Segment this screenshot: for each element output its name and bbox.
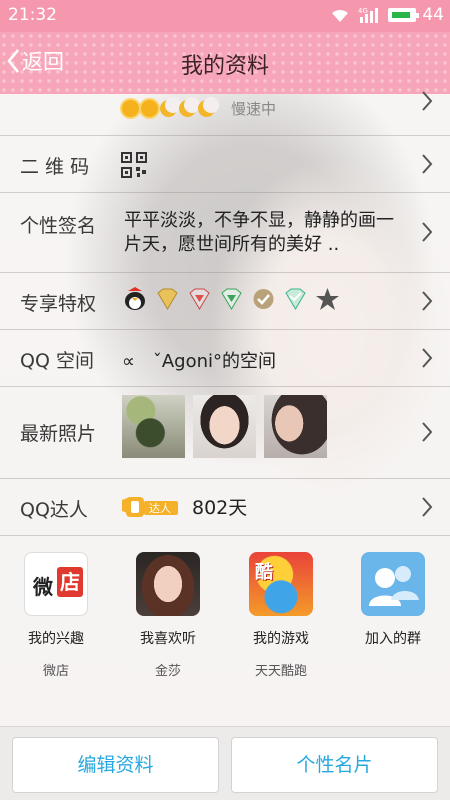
chevron-right-icon: [422, 348, 433, 368]
signal-icon: 4G: [356, 6, 382, 24]
diamond-teal-icon: [285, 288, 306, 310]
app-title: 我的兴趣: [28, 631, 84, 647]
app-title: 我的游戏: [253, 631, 309, 647]
diamond-green-icon: [221, 288, 242, 310]
expert-label: QQ达人: [20, 499, 88, 521]
sun-icon: [122, 100, 139, 117]
privileges-label: 专享特权: [20, 293, 97, 315]
battery-level: 44: [422, 5, 444, 25]
penguin-icon: [125, 287, 145, 310]
chevron-right-icon: [422, 154, 433, 174]
privileges-row[interactable]: 专享特权: [0, 273, 450, 330]
app-title: 加入的群: [365, 631, 421, 647]
app-groups[interactable]: 加入的群: [338, 552, 448, 660]
level-indicator: 慢速中: [122, 97, 277, 119]
level-status: 慢速中: [231, 100, 277, 118]
signature-row[interactable]: 个性签名 平平淡淡，不争不显，静静的画一片天，愿世间所有的美好 ..: [0, 193, 450, 273]
edit-profile-button[interactable]: 编辑资料: [12, 737, 219, 793]
chevron-right-icon: [422, 91, 433, 111]
wifi-icon: [330, 7, 350, 23]
app-grid: 微店 我的兴趣 微店 我喜欢听 金莎 酷 我的游戏 天天酷跑 加入的群: [0, 552, 450, 722]
game-icon: 酷: [249, 552, 313, 616]
chevron-right-icon: [422, 422, 433, 442]
sun-icon: [141, 100, 158, 117]
page-title: 我的资料: [180, 54, 269, 79]
app-subtitle: 金莎: [154, 664, 181, 679]
app-music[interactable]: 我喜欢听 金莎: [113, 552, 223, 679]
app-subtitle: 微店: [42, 664, 69, 679]
photo-thumbnail[interactable]: [122, 395, 185, 458]
moon-icon: [198, 97, 219, 117]
qzone-row[interactable]: QQ 空间 ∝ ˇAgoni°的空间: [0, 330, 450, 387]
profile-list: 慢速中 二 维 码 个性签名 平平淡淡，不争不显，静静的画一片天，愿世间所有的美…: [0, 91, 450, 536]
bottom-bar: 编辑资料 个性名片: [0, 726, 450, 800]
battery-icon: [388, 8, 420, 22]
photos-row[interactable]: 最新照片: [0, 387, 450, 479]
photo-thumbnail[interactable]: [193, 395, 256, 458]
app-subtitle: 天天酷跑: [254, 664, 307, 679]
level-row[interactable]: 慢速中: [0, 91, 450, 136]
app-title: 我喜欢听: [140, 631, 196, 647]
network-type: 4G: [358, 7, 368, 15]
photo-strip: [122, 395, 327, 458]
chevron-right-icon: [422, 291, 433, 311]
singer-avatar-icon: [136, 552, 200, 616]
app-interest[interactable]: 微店 我的兴趣 微店: [1, 552, 111, 679]
privilege-icons: [122, 287, 341, 311]
signature-label: 个性签名: [20, 215, 97, 237]
photo-thumbnail[interactable]: [264, 395, 327, 458]
expert-badge-text: 达人: [149, 502, 171, 515]
qr-code-row[interactable]: 二 维 码: [0, 136, 450, 193]
app-game[interactable]: 酷 我的游戏 天天酷跑: [226, 552, 336, 679]
chevron-right-icon: [422, 497, 433, 517]
qzone-label: QQ 空间: [20, 350, 94, 372]
signature-text: 平平淡淡，不争不显，静静的画一片天，愿世间所有的美好 ..: [124, 210, 394, 255]
moon-icon: [160, 97, 181, 117]
moon-icon: [179, 97, 200, 117]
check-badge-icon: [253, 289, 274, 309]
qr-code-label: 二 维 码: [20, 156, 90, 178]
profile-card-button[interactable]: 个性名片: [231, 737, 438, 793]
qr-code-icon: [121, 152, 147, 178]
expert-info: 达人 802天: [120, 493, 247, 520]
expert-row[interactable]: QQ达人 达人 802天: [0, 479, 450, 536]
title-bar: 返回 我的资料: [0, 32, 450, 94]
status-bar: 21:32 4G 44: [0, 0, 450, 32]
expert-days: 802天: [192, 497, 248, 519]
group-icon: [361, 552, 425, 616]
chevron-right-icon: [422, 222, 433, 242]
status-time: 21:32: [8, 5, 57, 25]
photos-label: 最新照片: [20, 423, 97, 445]
diamond-gold-icon: [157, 288, 178, 310]
weidian-icon: 微店: [24, 552, 88, 616]
status-right: 4G 44: [330, 5, 444, 25]
diamond-red-icon: [189, 288, 210, 310]
star-icon: [316, 288, 339, 310]
qzone-name: ∝ ˇAgoni°的空间: [122, 351, 277, 372]
expert-badge-icon: 达人: [122, 496, 178, 517]
